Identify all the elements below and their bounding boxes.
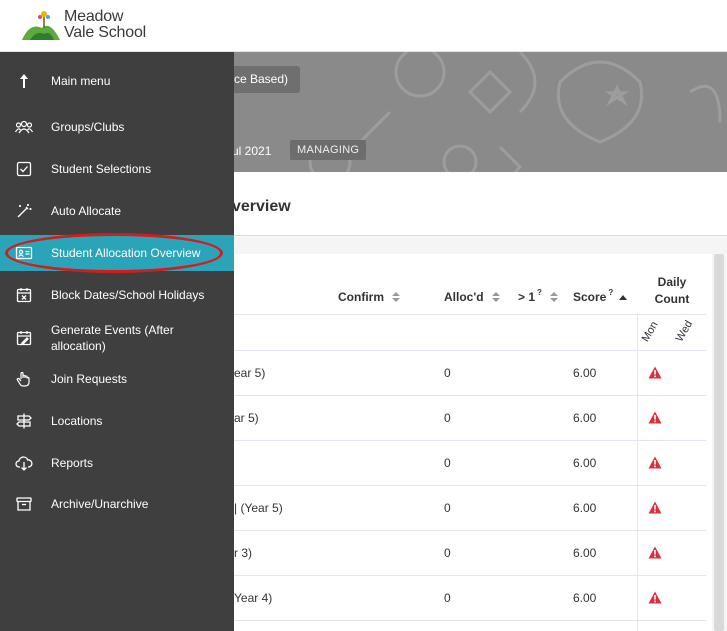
school-logo[interactable]: Meadow Vale School xyxy=(20,8,146,42)
allocd-cell: 0 xyxy=(444,501,451,515)
magic-wand-icon xyxy=(14,201,34,221)
hand-icon xyxy=(14,369,34,389)
help-icon[interactable]: ? xyxy=(537,288,542,297)
count-label: Count xyxy=(654,292,690,306)
sidebar-item-student-selections[interactable]: Student Selections xyxy=(0,154,234,184)
column-header-score[interactable]: Score ? xyxy=(573,288,628,304)
score-cell: 6.00 xyxy=(573,456,597,470)
row-divider xyxy=(234,395,706,396)
sidebar-item-label-2: allocation) xyxy=(51,339,106,353)
column-header-allocd-label: Alloc'd xyxy=(444,290,484,304)
sidebar-item-label: Groups/Clubs xyxy=(51,120,125,134)
allocd-cell: 0 xyxy=(444,411,451,425)
cloud-download-icon xyxy=(14,453,34,473)
school-name-line1: Meadow xyxy=(64,8,124,25)
warning-icon xyxy=(648,456,662,469)
people-icon xyxy=(14,117,34,137)
day-label-wed: Wed xyxy=(673,318,696,344)
allocd-cell: 0 xyxy=(444,546,451,560)
sidebar-item-join-requests[interactable]: Join Requests xyxy=(0,364,234,394)
column-header-score-label: Score xyxy=(573,290,607,304)
column-header-confirm[interactable]: Confirm xyxy=(338,290,400,304)
student-name-cell: ear 5) xyxy=(234,366,266,380)
row-divider xyxy=(234,314,706,315)
allocd-cell: 0 xyxy=(444,456,451,470)
calendar-x-icon xyxy=(14,285,34,305)
sidebar-item-block-dates[interactable]: Block Dates/School Holidays xyxy=(0,280,234,310)
student-name-cell: ar 5) xyxy=(234,411,259,425)
sidebar-item-label: Reports xyxy=(51,456,94,470)
sidebar-item-label: Block Dates/School Holidays xyxy=(51,288,205,302)
warning-icon xyxy=(648,591,662,604)
sidebar-item-label: Auto Allocate xyxy=(51,204,122,218)
signpost-icon xyxy=(14,411,34,431)
column-header-daily-count: Daily Count xyxy=(640,274,704,308)
sort-ascending-icon xyxy=(619,294,628,300)
warning-icon xyxy=(648,501,662,514)
warning-icon xyxy=(648,546,662,559)
top-header: Meadow Vale School xyxy=(0,0,727,52)
allocd-cell: 0 xyxy=(444,591,451,605)
sidebar-item-label: Main menu xyxy=(51,74,111,88)
daily-label: Daily xyxy=(657,275,687,289)
sidebar-menu: Main menu Groups/Clubs Student Selection… xyxy=(0,52,234,631)
page-title: verview xyxy=(232,198,291,215)
sort-icon xyxy=(491,291,500,303)
sidebar-item-locations[interactable]: Locations xyxy=(0,406,234,436)
sort-icon xyxy=(549,291,558,303)
school-logo-icon xyxy=(22,11,60,40)
sidebar-item-groups-clubs[interactable]: Groups/Clubs xyxy=(0,112,234,142)
sidebar-item-generate-events[interactable]: Generate Events (After allocation) xyxy=(0,320,234,356)
sidebar-item-archive[interactable]: Archive/Unarchive xyxy=(0,489,234,519)
student-name-cell: r 3) xyxy=(234,546,252,560)
sidebar-item-main-menu[interactable]: Main menu xyxy=(0,66,234,96)
score-cell: 6.00 xyxy=(573,501,597,515)
checkbox-icon xyxy=(14,159,34,179)
day-label-mon: Mon xyxy=(639,319,661,344)
column-header-confirm-label: Confirm xyxy=(338,290,384,304)
sidebar-item-label: Locations xyxy=(51,414,103,428)
help-icon[interactable]: ? xyxy=(608,288,613,297)
vertical-scrollbar[interactable] xyxy=(714,254,724,631)
student-name-cell: | (Year 5) xyxy=(234,501,283,515)
sidebar-item-auto-allocate[interactable]: Auto Allocate xyxy=(0,196,234,226)
score-cell: 6.00 xyxy=(573,591,597,605)
score-cell: 6.00 xyxy=(573,411,597,425)
calendar-edit-icon xyxy=(14,328,34,348)
column-header-gt1-label: > 1 xyxy=(518,290,536,304)
student-name-cell: Year 4) xyxy=(234,591,273,605)
warning-icon xyxy=(648,366,662,379)
score-cell: 6.00 xyxy=(573,366,597,380)
school-name: Meadow Vale School xyxy=(64,9,146,41)
arrow-up-icon xyxy=(14,71,34,91)
allocd-cell: 0 xyxy=(444,366,451,380)
row-divider xyxy=(234,620,706,621)
sidebar-item-label-multiline: Generate Events (After allocation) xyxy=(51,322,174,354)
row-divider xyxy=(234,350,706,351)
sidebar-item-reports[interactable]: Reports xyxy=(0,448,234,478)
row-divider xyxy=(234,530,706,531)
sort-icon xyxy=(392,291,400,303)
managing-badge: MANAGING xyxy=(290,140,367,160)
school-name-line2: Vale School xyxy=(64,24,147,41)
score-cell: 6.00 xyxy=(573,546,597,560)
column-divider xyxy=(637,314,638,631)
sidebar-item-label: Archive/Unarchive xyxy=(51,497,149,511)
column-header-more-than-one[interactable]: > 1 ? xyxy=(518,288,558,304)
column-header-allocd[interactable]: Alloc'd xyxy=(444,290,500,304)
archive-box-icon xyxy=(14,494,34,514)
sidebar-item-label: Join Requests xyxy=(51,372,128,386)
row-divider xyxy=(234,485,706,486)
highlight-annotation-ring xyxy=(5,233,223,273)
sidebar-item-label: Student Selections xyxy=(51,162,152,176)
sidebar-item-label: Generate Events (After xyxy=(51,323,174,337)
banner-date: ul 2021 xyxy=(232,144,272,158)
warning-icon xyxy=(648,411,662,424)
row-divider xyxy=(234,575,706,576)
row-divider xyxy=(234,440,706,441)
